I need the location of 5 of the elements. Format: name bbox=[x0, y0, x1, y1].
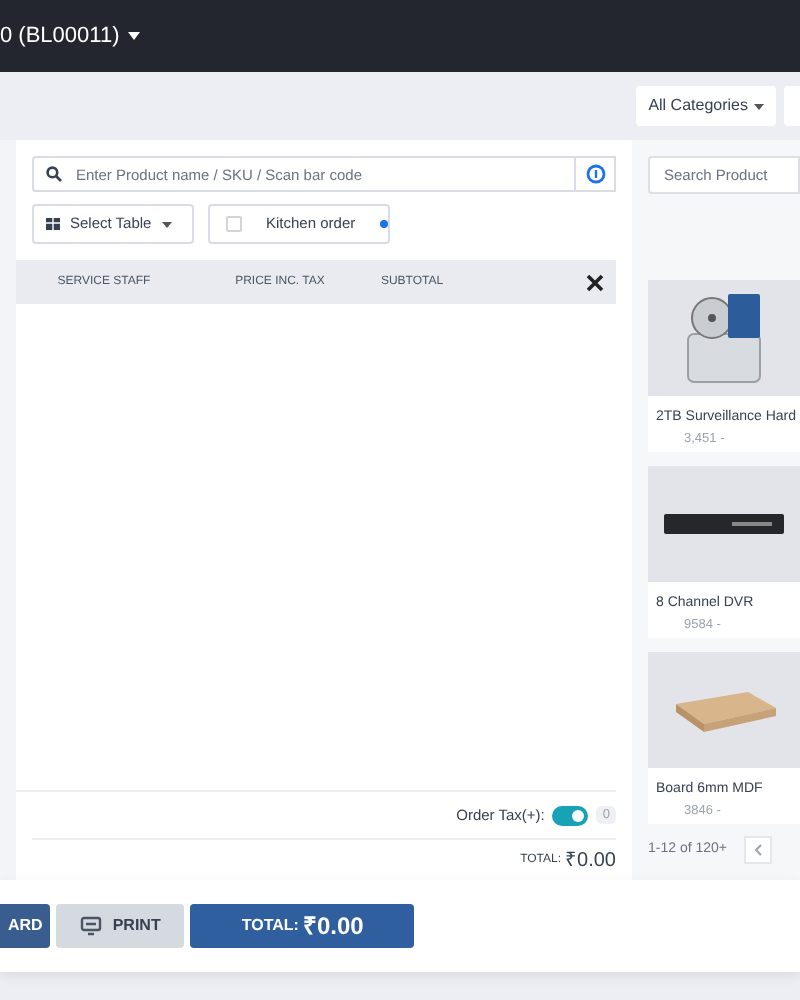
location-title[interactable]: 0 (BL00011) bbox=[0, 19, 140, 53]
total-value: ₹0.00 bbox=[565, 847, 616, 875]
category-dropdown[interactable]: All Categories bbox=[636, 86, 776, 126]
card-button[interactable]: ARD bbox=[0, 904, 51, 948]
print-button[interactable]: PRINT bbox=[56, 904, 185, 948]
